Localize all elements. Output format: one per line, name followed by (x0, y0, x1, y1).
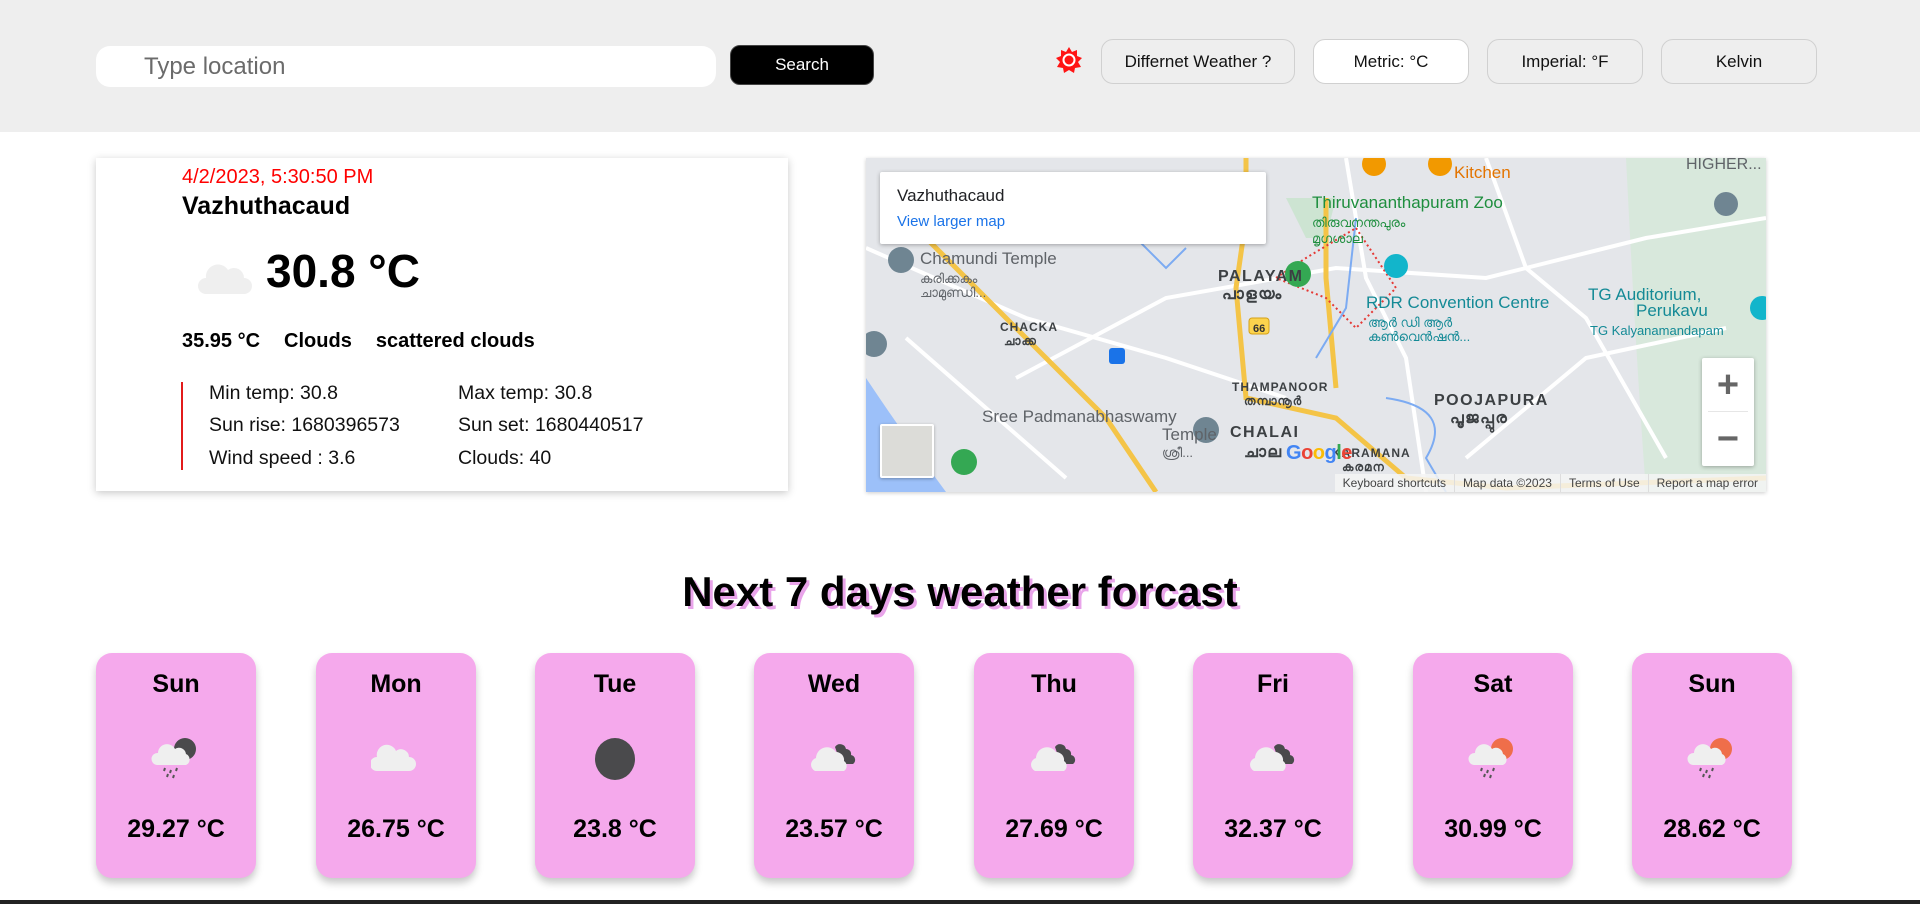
wind-speed: Wind speed : 3.6 (209, 446, 356, 469)
location-map[interactable]: Thiruvananthapuram Zoo തിരുവനന്തപുരം മൃഗ… (866, 158, 1766, 492)
cloudy-night-icon (1031, 744, 1076, 771)
forecast-day: Sat (1473, 670, 1513, 698)
map-label-chamundi-ml2: ചാമുണ്ഡി... (920, 285, 987, 300)
imperial-button[interactable]: Imperial: °F (1487, 39, 1643, 84)
map-label-padmanabha2: Temple (1162, 425, 1217, 444)
cloud-icon (371, 744, 416, 771)
map-label-chamundi: Chamundi Temple (920, 249, 1057, 268)
map-label-thampanoor-ml: തമ്പാനൂർ (1244, 394, 1303, 408)
current-weather-card: 4/2/2023, 5:30:50 PM Vazhuthacaud 30.8 °… (96, 158, 788, 491)
map-label-tg2: Perukavu (1636, 301, 1708, 320)
forecast-card: Sat 30.99 °C (1413, 653, 1573, 878)
location-search-input[interactable] (96, 46, 716, 87)
forecast-day: Thu (1031, 670, 1077, 698)
forecast-temp: 23.57 °C (785, 815, 883, 843)
map-label-kitchen: Kitchen (1454, 163, 1511, 182)
different-weather-button[interactable]: Differnet Weather ? (1101, 39, 1295, 84)
map-label-route-66: 66 (1253, 323, 1266, 335)
current-datetime: 4/2/2023, 5:30:50 PM (182, 166, 374, 188)
map-info-box: Vazhuthacaud View larger map (880, 172, 1266, 244)
keyboard-shortcuts-link[interactable]: Keyboard shortcuts (1335, 474, 1454, 492)
view-larger-map-link[interactable]: View larger map (897, 213, 1005, 230)
google-logo: Google (1286, 442, 1352, 464)
map-label-palayam: PALAYAM (1218, 268, 1304, 285)
forecast-card: Thu 27.69 °C (974, 653, 1134, 878)
current-temperature: 30.8 °C (266, 245, 420, 297)
forecast-card: Sun 28.62 °C (1632, 653, 1792, 878)
rain-night-icon (151, 738, 196, 779)
map-label-chalai: CHALAI (1230, 424, 1300, 441)
forecast-temp: 30.99 °C (1444, 815, 1542, 843)
weather-details: Min temp: 30.8 Max temp: 30.8 Sun rise: … (181, 382, 678, 470)
map-label-rdr: RDR Convention Centre (1366, 293, 1550, 312)
forecast-card: Sun 29.27 °C (96, 653, 256, 878)
kelvin-button[interactable]: Kelvin (1661, 39, 1817, 84)
map-label-poojapura-ml: പൂജപ്പുര (1450, 410, 1509, 427)
max-temp: Max temp: 30.8 (458, 382, 593, 404)
map-label-zoo: Thiruvananthapuram Zoo (1312, 193, 1503, 212)
taskbar (0, 900, 1920, 904)
cloudy-night-icon (1250, 744, 1295, 771)
sun-icon[interactable] (1055, 46, 1083, 74)
cloud-icon (198, 264, 252, 294)
min-temp: Min temp: 30.8 (209, 382, 338, 404)
cloudy-night-icon (811, 744, 856, 771)
map-label-poojapura: POOJAPURA (1434, 392, 1549, 409)
map-label-zoo-ml2: മൃഗശാല (1312, 231, 1363, 246)
rain-sun-icon (1468, 738, 1513, 779)
map-place-name: Vazhuthacaud (897, 186, 1005, 205)
terms-of-use-link[interactable]: Terms of Use (1559, 474, 1648, 492)
map-label-rdr-ml2: കൺവെൻഷൻ... (1368, 329, 1471, 344)
cloud-cover: Clouds: 40 (458, 446, 552, 469)
forecast-temp: 23.8 °C (573, 815, 657, 843)
zoom-in-button[interactable]: + (1702, 358, 1754, 412)
feels-like-temp: 35.95 °C (182, 330, 261, 352)
map-label-tg3: TG Kalyanamandapam (1590, 323, 1724, 338)
sunset: Sun set: 1680440517 (458, 414, 644, 437)
map-label-chacka-ml: ചാക്ക (1004, 334, 1037, 348)
top-bar: Search Differnet Weather ? Metric: °C Im… (0, 0, 1920, 132)
forecast-title: Next 7 days weather forcast (682, 568, 1238, 615)
zoom-out-button[interactable]: − (1702, 412, 1754, 466)
forecast-day: Mon (370, 670, 422, 698)
search-button[interactable]: Search (730, 45, 874, 85)
rain-sun-icon (1687, 738, 1732, 779)
map-layer-toggle[interactable] (880, 424, 934, 478)
forecast-temp: 29.27 °C (127, 815, 225, 843)
forecast-day: Fri (1257, 670, 1289, 698)
forecast-day: Tue (593, 670, 637, 698)
forecast-temp: 32.37 °C (1224, 815, 1322, 843)
weather-condition: Clouds (284, 330, 352, 352)
map-label-palayam-ml: പാളയം (1222, 286, 1283, 303)
forecast-card: Fri 32.37 °C (1193, 653, 1353, 878)
forecast-day: Wed (807, 670, 861, 698)
map-zoom-control: + − (1702, 358, 1754, 466)
forecast-temp: 27.69 °C (1005, 815, 1103, 843)
forecast-temp: 28.62 °C (1663, 815, 1761, 843)
map-label-chalai-ml: ചാല (1244, 444, 1283, 461)
report-map-error-link[interactable]: Report a map error (1647, 474, 1766, 492)
sunrise: Sun rise: 1680396573 (209, 414, 400, 437)
forecast-card: Tue 23.8 °C (535, 653, 695, 878)
forecast-card: Mon 26.75 °C (316, 653, 476, 878)
map-data-credit: Map data ©2023 (1454, 474, 1560, 492)
moon-icon (595, 738, 635, 780)
metric-button[interactable]: Metric: °C (1313, 39, 1469, 84)
map-label-padmanabha-ml: ശ്രീ... (1162, 445, 1194, 460)
forecast-day: Sun (152, 670, 200, 698)
forecast-temp: 26.75 °C (347, 815, 445, 843)
weather-description: scattered clouds (375, 330, 535, 352)
map-label-higher: HIGHER... (1686, 158, 1762, 173)
forecast-card: Wed 23.57 °C (754, 653, 914, 878)
city-name: Vazhuthacaud (182, 192, 351, 220)
map-label-padmanabha: Sree Padmanabhaswamy (982, 407, 1177, 426)
map-footer: Keyboard shortcuts Map data ©2023 Terms … (1334, 474, 1766, 492)
forecast-day: Sun (1688, 670, 1736, 698)
weather-summary: 35.95 °C Clouds scattered clouds (182, 330, 535, 353)
